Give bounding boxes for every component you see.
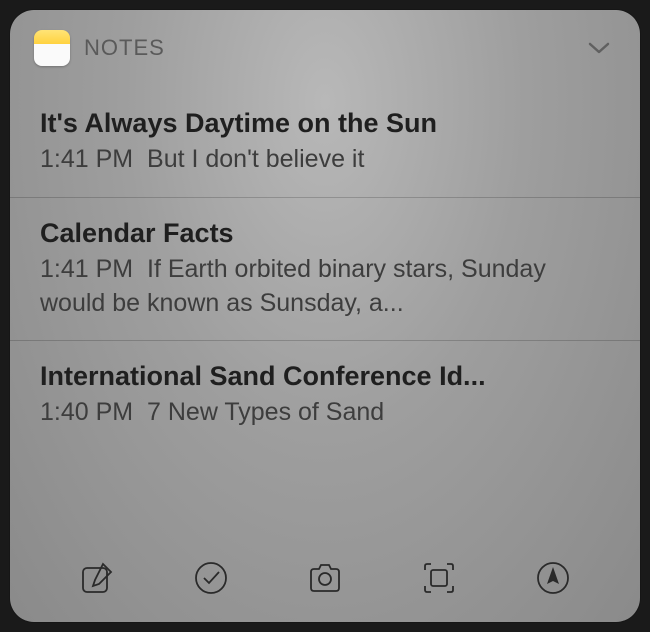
note-title: It's Always Daytime on the Sun <box>40 108 610 139</box>
note-title: International Sand Conference Id... <box>40 361 610 392</box>
markup-icon[interactable] <box>531 556 575 600</box>
chevron-down-icon[interactable] <box>582 35 616 61</box>
checklist-icon[interactable] <box>189 556 233 600</box>
note-item[interactable]: Calendar Facts 1:41 PM If Earth orbited … <box>10 198 640 342</box>
note-meta: 1:40 PM 7 New Types of Sand <box>40 396 610 430</box>
note-meta: 1:41 PM If Earth orbited binary stars, S… <box>40 253 610 321</box>
note-preview: But I don't believe it <box>147 145 364 173</box>
note-time: 1:41 PM <box>40 145 133 173</box>
widget-header: NOTES <box>10 10 640 78</box>
notes-list: It's Always Daytime on the Sun 1:41 PM B… <box>10 78 640 538</box>
note-meta: 1:41 PM But I don't believe it <box>40 143 610 177</box>
note-preview: 7 New Types of Sand <box>147 398 384 426</box>
note-time: 1:40 PM <box>40 398 133 426</box>
notes-widget: NOTES It's Always Daytime on the Sun 1:4… <box>10 10 640 622</box>
notes-app-icon <box>34 30 70 66</box>
compose-icon[interactable] <box>75 556 119 600</box>
widget-toolbar <box>10 538 640 622</box>
note-title: Calendar Facts <box>40 218 610 249</box>
camera-icon[interactable] <box>303 556 347 600</box>
note-time: 1:41 PM <box>40 255 133 283</box>
scan-icon[interactable] <box>417 556 461 600</box>
note-item[interactable]: It's Always Daytime on the Sun 1:41 PM B… <box>10 88 640 198</box>
note-item[interactable]: International Sand Conference Id... 1:40… <box>10 341 640 450</box>
widget-title: NOTES <box>84 35 582 61</box>
